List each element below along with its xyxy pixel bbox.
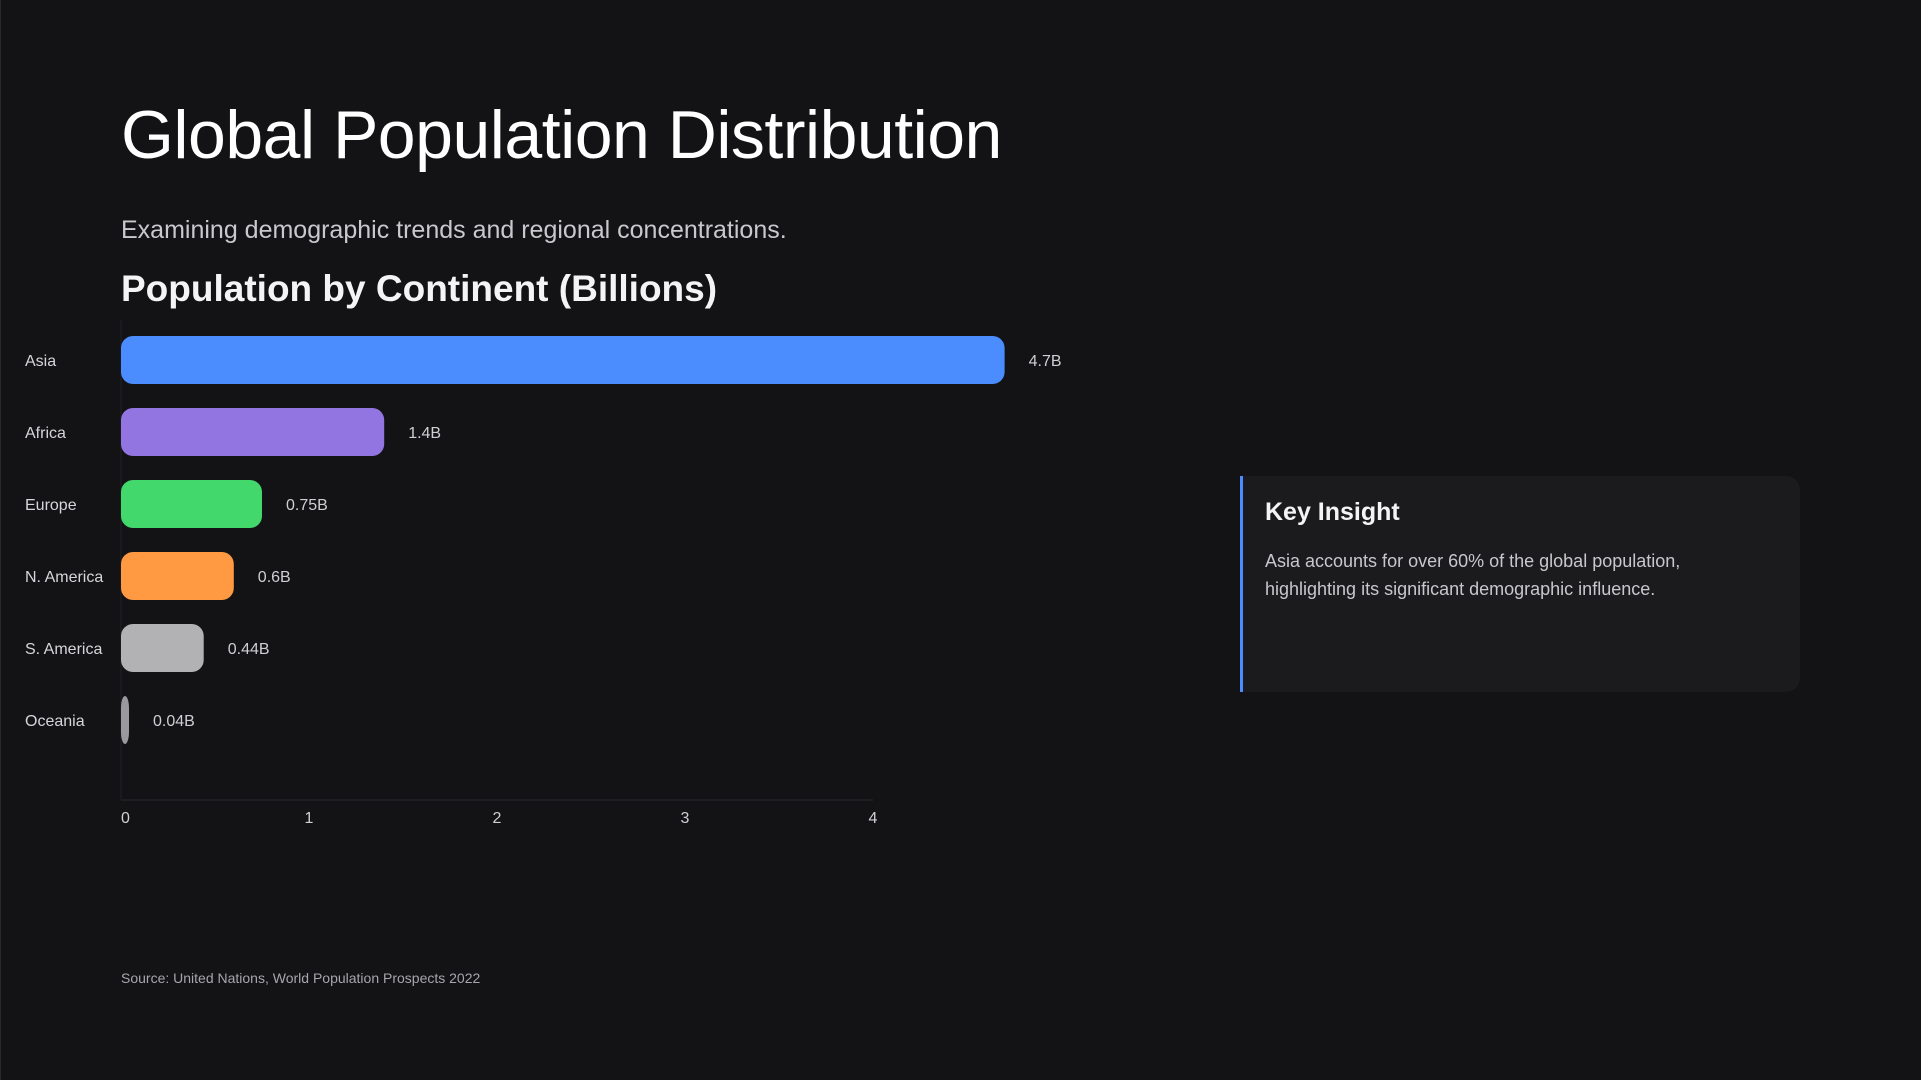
bar-oceania: [121, 696, 129, 744]
bar-asia: [121, 336, 1005, 384]
bar-europe: [121, 480, 262, 528]
chart-title: Population by Continent (Billions): [121, 268, 718, 309]
bar-s-america: [121, 624, 204, 672]
key-insight-body: Asia accounts for over 60% of the global…: [1265, 551, 1681, 599]
x-tick-label: 3: [681, 810, 690, 827]
x-tick-label: 0: [121, 810, 130, 827]
value-label: 0.75B: [286, 497, 328, 514]
value-label: 0.6B: [258, 569, 291, 586]
key-insight-card: Key Insight Asia accounts for over 60% o…: [1240, 476, 1800, 692]
page-title: Global Population Distribution: [121, 97, 1002, 173]
category-label: Europe: [25, 497, 77, 514]
bar-n-america: [121, 552, 234, 600]
value-label: 1.4B: [408, 425, 441, 442]
category-label: Africa: [25, 425, 66, 442]
x-tick-label: 1: [305, 810, 314, 827]
value-label: 0.44B: [228, 641, 270, 658]
page-subtitle: Examining demographic trends and regiona…: [121, 216, 787, 244]
source-note: Source: United Nations, World Population…: [121, 970, 481, 986]
population-bar-chart: Asia 4.7B Africa 1.4B Europe 0.75B N. America 0…: [25, 320, 1062, 827]
category-label: Oceania: [25, 713, 85, 730]
x-tick-label: 4: [869, 810, 878, 827]
value-label: 4.7B: [1029, 353, 1062, 370]
bar-africa: [121, 408, 385, 456]
category-label: Asia: [25, 353, 56, 370]
category-label: S. America: [25, 641, 102, 658]
category-label: N. America: [25, 569, 103, 586]
x-tick-label: 2: [493, 810, 502, 827]
key-insight-title: Key Insight: [1265, 498, 1400, 526]
slide: Global Population Distribution Examining…: [0, 0, 1921, 1080]
value-label: 0.04B: [153, 713, 195, 730]
